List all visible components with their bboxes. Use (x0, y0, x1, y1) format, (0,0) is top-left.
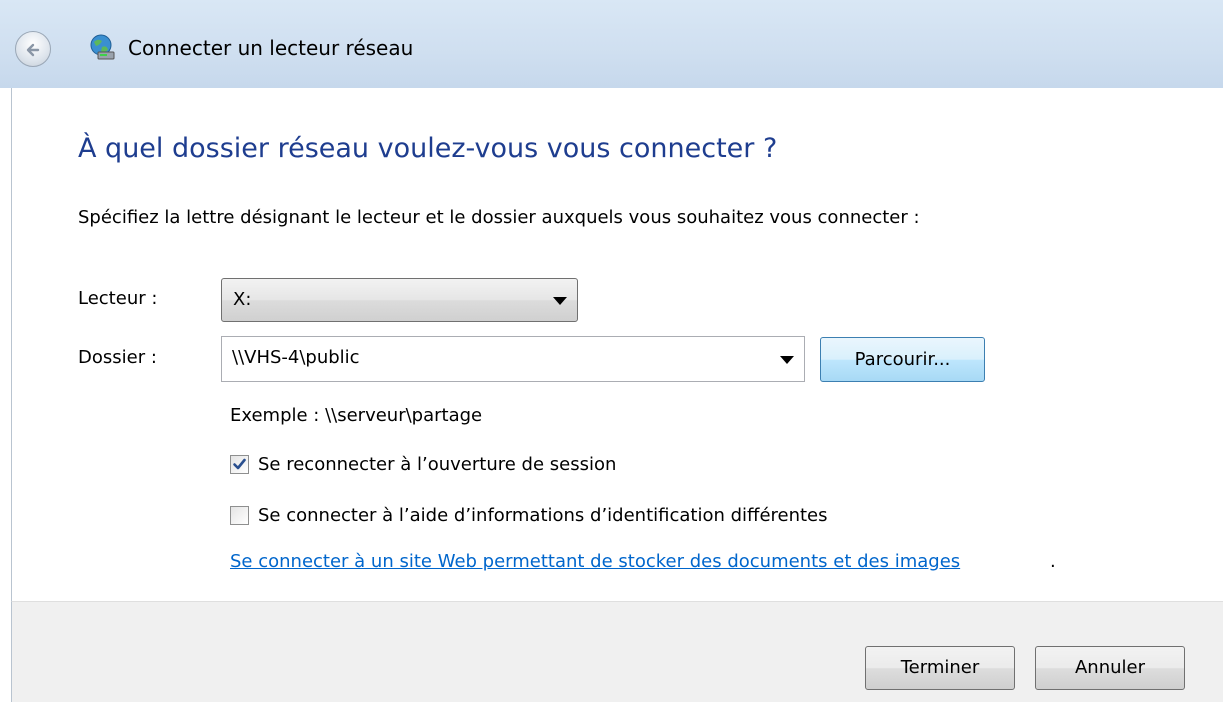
different-credentials-label[interactable]: Se connecter à l’aide d’informations d’i… (258, 505, 828, 526)
back-arrow-icon (26, 43, 40, 57)
instruction-text: Spécifiez la lettre désignant le lecteur… (78, 207, 920, 228)
window-title: Connecter un lecteur réseau (128, 36, 414, 60)
folder-label: Dossier : (78, 347, 157, 368)
folder-dropdown-icon[interactable] (780, 356, 794, 364)
web-link-period: . (1050, 551, 1056, 572)
drive-label: Lecteur : (78, 288, 158, 309)
back-button[interactable] (15, 31, 51, 67)
reconnect-checkbox[interactable] (230, 455, 249, 474)
drive-select[interactable]: X: (221, 278, 578, 322)
different-credentials-checkbox[interactable] (230, 506, 249, 525)
cancel-button[interactable]: Annuler (1035, 646, 1185, 690)
reconnect-label[interactable]: Se reconnecter à l’ouverture de session (258, 454, 616, 475)
page-heading: À quel dossier réseau voulez-vous vous c… (78, 133, 778, 164)
folder-input-value: \\VHS-4\public (232, 347, 360, 368)
title-bar: Connecter un lecteur réseau (0, 0, 1223, 88)
browse-button[interactable]: Parcourir... (820, 337, 985, 382)
checkmark-icon (233, 458, 246, 470)
example-text: Exemple : \\serveur\partage (230, 405, 483, 426)
drive-select-value: X: (233, 289, 252, 310)
chevron-down-icon (553, 297, 567, 305)
finish-button[interactable]: Terminer (865, 646, 1015, 690)
web-storage-link[interactable]: Se connecter à un site Web permettant de… (230, 551, 960, 572)
network-drive-icon (90, 34, 115, 60)
folder-input[interactable]: \\VHS-4\public (221, 336, 805, 382)
